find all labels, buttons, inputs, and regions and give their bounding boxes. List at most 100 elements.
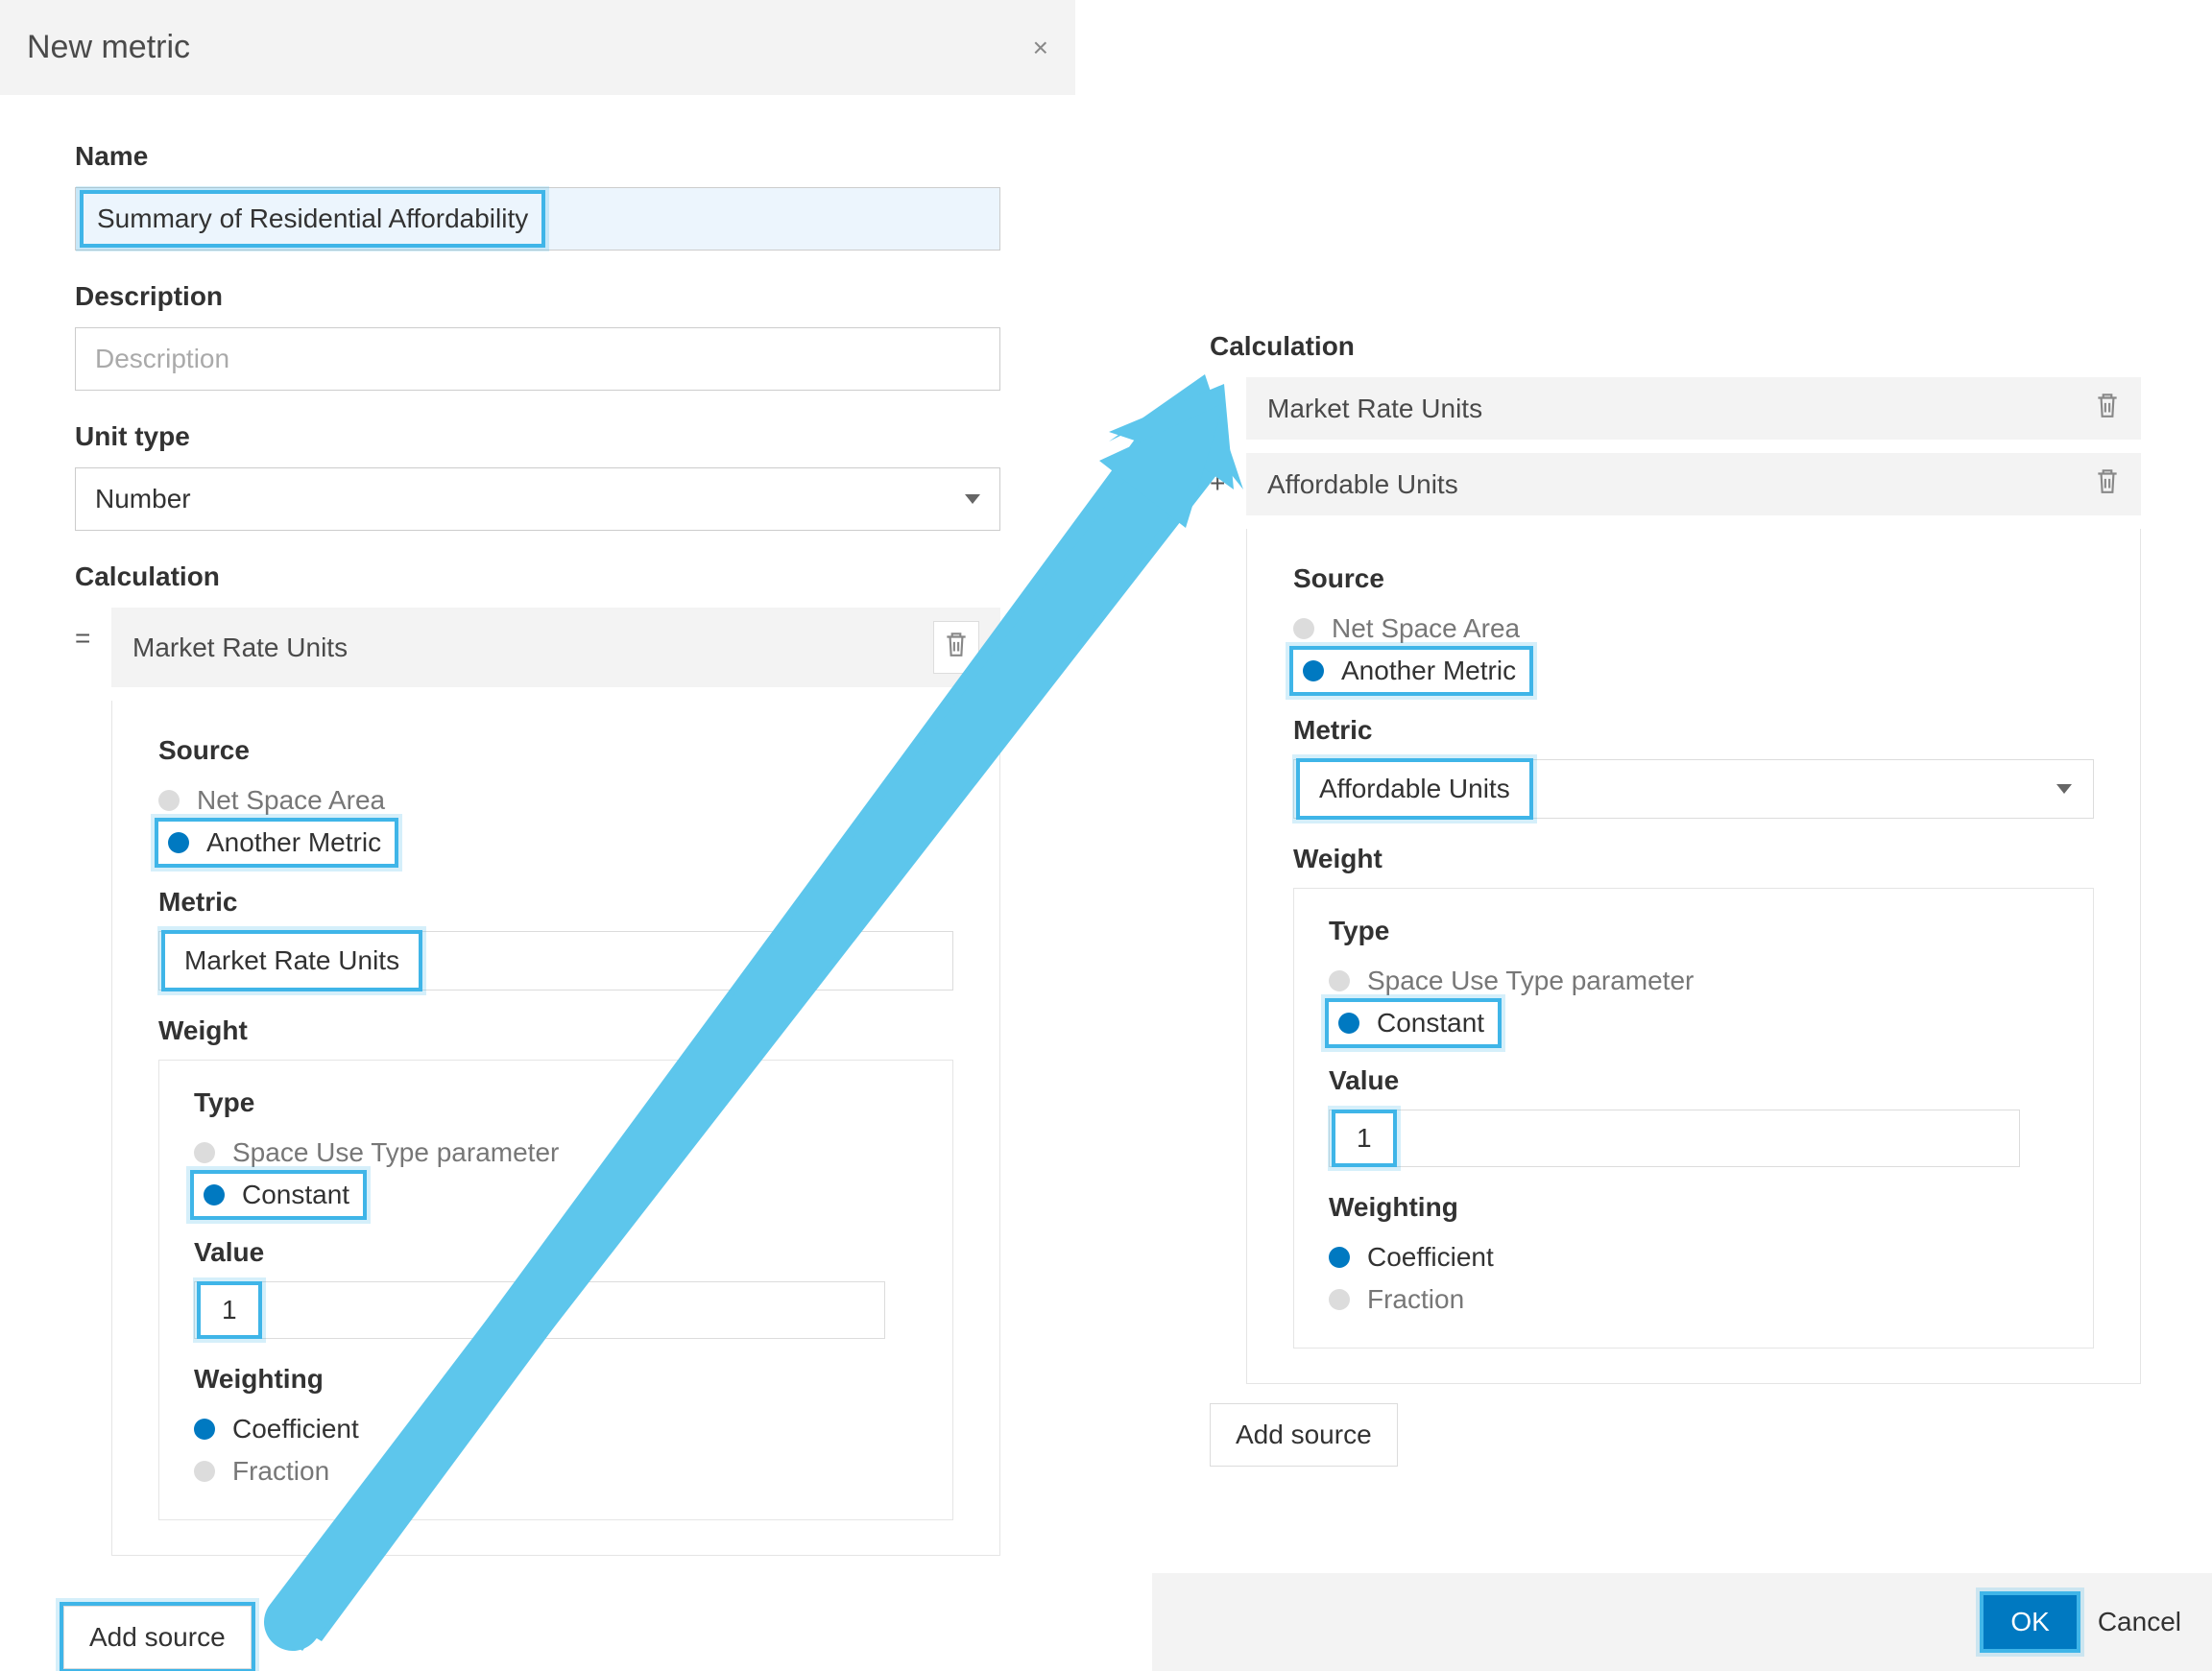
name-input-wrapper: Summary of Residential Affordability [75, 187, 1000, 251]
calc-row-r2: + Affordable Units [1210, 453, 2141, 515]
type-radio-space-use[interactable]: Space Use Type parameter [194, 1132, 918, 1174]
calc-item-market-rate[interactable]: Market Rate Units [111, 608, 1000, 687]
weight-label: Weight [158, 1015, 953, 1046]
unit-field-group: Unit type Number [75, 421, 1000, 531]
type-label-r: Type [1329, 916, 2058, 946]
calc-item-market-r[interactable]: Market Rate Units [1246, 377, 2141, 440]
weight-panel: Type Space Use Type parameter Constant V… [158, 1060, 953, 1520]
weighting-radio-coefficient-r[interactable]: Coefficient [1329, 1236, 2058, 1278]
radio-label: Constant [242, 1180, 349, 1210]
calc-item-label: Market Rate Units [132, 633, 348, 663]
desc-field-group: Description Description [75, 281, 1000, 391]
radio-label: Coefficient [1367, 1242, 1494, 1273]
value-value: 1 [201, 1285, 258, 1335]
radio-icon [1329, 1289, 1350, 1310]
type-radio-constant[interactable]: Constant [194, 1174, 363, 1216]
operator-plus: + [1210, 453, 1246, 499]
delete-button[interactable] [933, 621, 979, 674]
metric-select-r[interactable]: Affordable Units [1293, 759, 2094, 819]
form-body: Name Summary of Residential Affordabilit… [0, 95, 1075, 1669]
value-label: Value [194, 1237, 918, 1268]
add-source-button[interactable]: Add source [63, 1606, 252, 1669]
type-label: Type [194, 1087, 918, 1118]
weight-label-r: Weight [1293, 844, 2094, 874]
add-source-button-r[interactable]: Add source [1210, 1403, 1398, 1467]
left-dialog: New metric × Name Summary of Residential… [0, 0, 1075, 1669]
calc-item-label: Affordable Units [1267, 469, 1458, 500]
trash-icon [944, 630, 969, 665]
weighting-label-r: Weighting [1329, 1192, 2058, 1223]
radio-icon [1338, 1013, 1359, 1034]
weighting-radio-coefficient[interactable]: Coefficient [194, 1408, 918, 1450]
radio-label: Fraction [1367, 1284, 1464, 1315]
weighting-radio-fraction-r[interactable]: Fraction [1329, 1278, 2058, 1321]
weighting-label: Weighting [194, 1364, 918, 1395]
weight-panel-r: Type Space Use Type parameter Constant V… [1293, 888, 2094, 1349]
source-radio-another-metric[interactable]: Another Metric [158, 822, 395, 864]
radio-icon [194, 1461, 215, 1482]
cancel-button[interactable]: Cancel [2098, 1607, 2181, 1637]
radio-label: Fraction [232, 1456, 329, 1487]
source-radio-net-space[interactable]: Net Space Area [158, 779, 953, 822]
desc-input[interactable]: Description [75, 327, 1000, 391]
unit-select[interactable]: Number [75, 467, 1000, 531]
radio-label: Another Metric [206, 827, 381, 858]
calc-section: Calculation = Market Rate Units Source [75, 561, 1000, 1556]
calc-item-affordable[interactable]: Affordable Units [1246, 453, 2141, 515]
operator-equals: = [1210, 377, 1246, 423]
dialog-title: New metric [27, 29, 190, 66]
metric-label-r: Metric [1293, 715, 2094, 746]
name-field-group: Name Summary of Residential Affordabilit… [75, 141, 1000, 251]
close-icon[interactable]: × [1033, 33, 1048, 63]
dialog-header: New metric × [0, 0, 1075, 95]
radio-icon [158, 790, 180, 811]
radio-label: Net Space Area [1332, 613, 1520, 644]
metric-value-r: Affordable Units [1300, 762, 1529, 816]
calc-item-label: Market Rate Units [1267, 394, 1482, 424]
radio-icon [194, 1419, 215, 1440]
type-radio-space-use-r[interactable]: Space Use Type parameter [1329, 960, 2058, 1002]
value-value-r: 1 [1335, 1113, 1393, 1163]
name-input[interactable]: Summary of Residential Affordability [84, 194, 541, 244]
source-radio-another-metric-r[interactable]: Another Metric [1293, 650, 1529, 692]
weighting-radio-fraction[interactable]: Fraction [194, 1450, 918, 1492]
radio-icon [194, 1142, 215, 1163]
unit-label: Unit type [75, 421, 1000, 452]
metric-value: Market Rate Units [165, 934, 419, 988]
radio-icon [1329, 1247, 1350, 1268]
radio-label: Net Space Area [197, 785, 385, 816]
radio-label: Space Use Type parameter [232, 1137, 559, 1168]
desc-label: Description [75, 281, 1000, 312]
value-input[interactable]: 1 [194, 1281, 885, 1339]
radio-label: Coefficient [232, 1414, 359, 1444]
radio-icon [1303, 660, 1324, 681]
value-input-r[interactable]: 1 [1329, 1110, 2020, 1167]
radio-icon [204, 1184, 225, 1206]
radio-icon [1329, 970, 1350, 991]
trash-icon[interactable] [2095, 466, 2120, 502]
type-radio-constant-r[interactable]: Constant [1329, 1002, 1498, 1044]
radio-label: Another Metric [1341, 656, 1516, 686]
source-label-r: Source [1293, 563, 2094, 594]
source-radio-net-space-r[interactable]: Net Space Area [1293, 608, 2094, 650]
value-label-r: Value [1329, 1065, 2058, 1096]
radio-icon [168, 832, 189, 853]
calc-label-right: Calculation [1210, 331, 2141, 362]
radio-label: Space Use Type parameter [1367, 966, 1694, 996]
footer-bar: OK Cancel [1152, 1573, 2212, 1671]
metric-select[interactable]: Market Rate Units [158, 931, 953, 991]
desc-placeholder: Description [95, 344, 229, 373]
trash-icon[interactable] [2095, 391, 2120, 426]
calc-row-1: = Market Rate Units [75, 608, 1000, 687]
metric-label: Metric [158, 887, 953, 918]
source-panel-right: Source Net Space Area Another Metric Met… [1246, 529, 2141, 1384]
name-label: Name [75, 141, 1000, 172]
radio-label: Constant [1377, 1008, 1484, 1038]
ok-button[interactable]: OK [1984, 1595, 2076, 1649]
source-panel: Source Net Space Area Another Metric Met… [111, 701, 1000, 1556]
radio-icon [1293, 618, 1314, 639]
calc-row-r1: = Market Rate Units [1210, 377, 2141, 440]
operator-equals: = [75, 608, 111, 654]
unit-value: Number [95, 484, 191, 513]
calc-label: Calculation [75, 561, 1000, 592]
